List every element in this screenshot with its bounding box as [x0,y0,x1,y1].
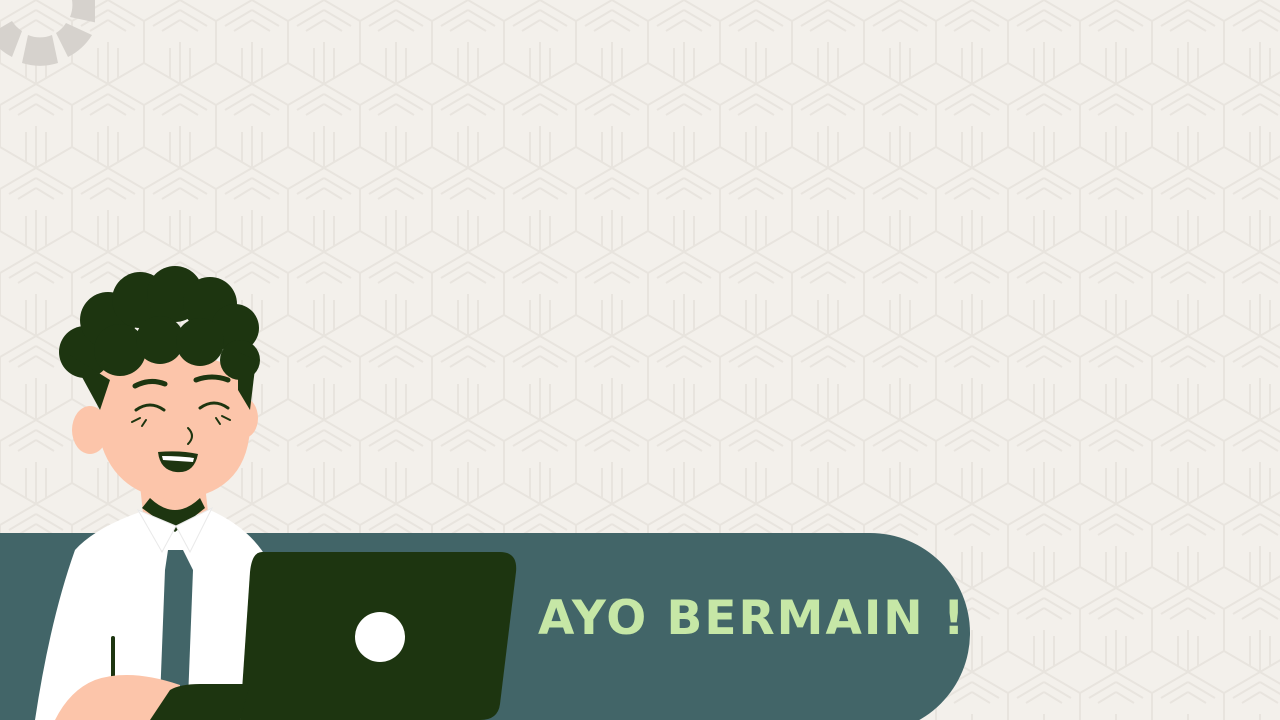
gear-decoration [0,0,95,66]
laptop-logo [355,612,405,662]
student-with-laptop-illustration [35,266,517,720]
banner-title: AYO BERMAIN ! [538,591,967,646]
